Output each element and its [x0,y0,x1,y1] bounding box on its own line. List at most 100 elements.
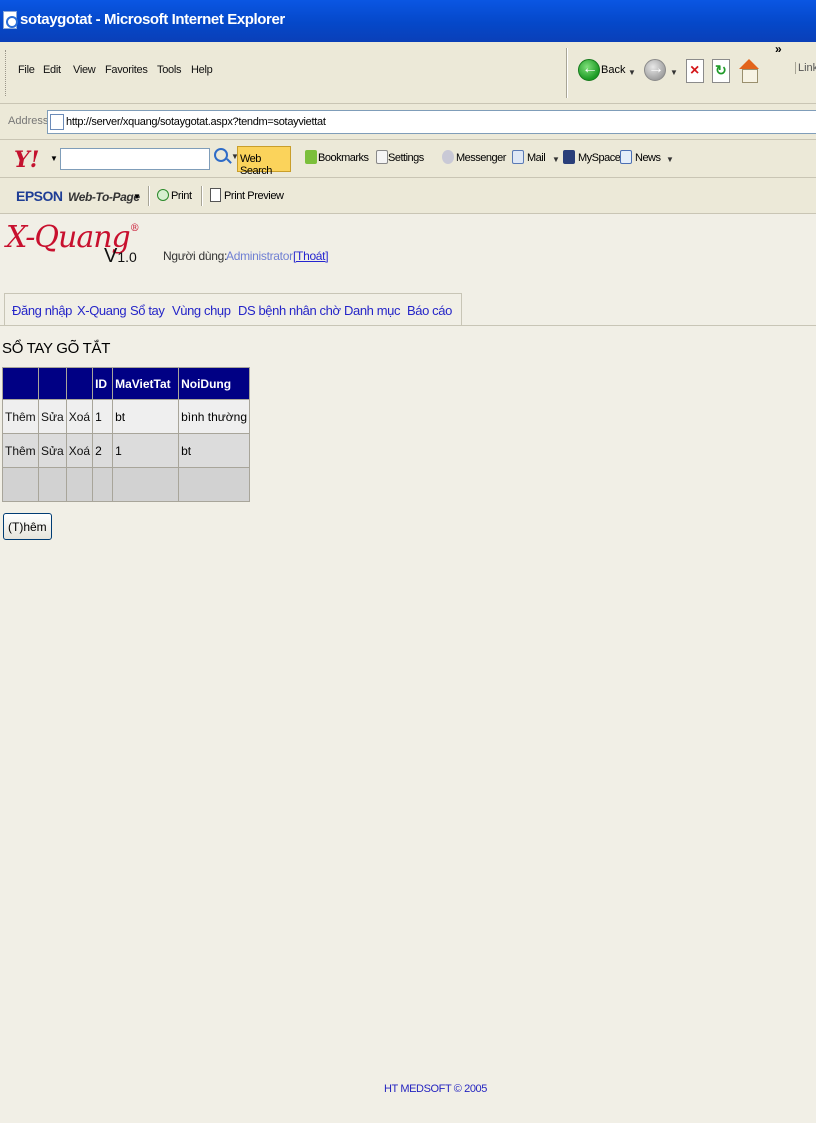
bookmarks-icon [305,150,317,164]
menu-bar: File Edit View Favorites Tools Help Back… [0,42,816,104]
table-header-add [2,367,39,400]
print-preview-icon [210,188,221,202]
empty-cell [65,467,94,502]
user-name: Administrator [226,249,293,263]
table-header-id[interactable]: ID [92,367,114,400]
bookmarks-button[interactable]: Bookmarks [318,152,369,164]
settings-icon [376,150,388,164]
nav-tab-xquang[interactable]: X-Quang [77,303,127,318]
toolbar-grip [5,50,8,96]
web-to-page-button[interactable]: Web-To-Page [68,190,140,204]
yahoo-toolbar: Y! ▼ ▼ Web Search Bookmarks Settings Mes… [0,140,816,178]
window-title: sotaygotat - Microsoft Internet Explorer [20,11,285,28]
table-empty-row [2,467,251,502]
abbreviation-table: ID MaVietTat NoiDung Thêm Sửa Xoá 1 bt b… [2,367,251,502]
menu-edit[interactable]: Edit [43,64,61,76]
web-to-page-dropdown-icon[interactable]: ▼ [133,192,141,201]
myspace-button[interactable]: MySpace [578,152,621,164]
forward-dropdown-icon[interactable]: ▼ [670,68,678,77]
mail-dropdown-icon[interactable]: ▼ [552,155,560,164]
row-add-link[interactable]: Thêm [2,399,39,434]
address-input[interactable]: http://server/xquang/sotaygotat.aspx?ten… [47,110,816,134]
page-title: SỔ TAY GÕ TẮT [2,340,111,357]
nav-tab-reports[interactable]: Báo cáo [407,303,452,318]
yahoo-logo-icon[interactable]: Y! [14,147,39,173]
print-button[interactable]: Print [171,190,192,202]
table-header-row: ID MaVietTat NoiDung [2,367,251,400]
row-add-link[interactable]: Thêm [2,433,39,468]
home-icon[interactable] [738,59,760,83]
add-button[interactable]: (T)hêm [3,513,52,540]
row-edit-link[interactable]: Sửa [38,399,67,434]
back-dropdown-icon[interactable]: ▼ [628,68,636,77]
row-content: bt [178,433,251,468]
empty-cell [178,467,251,502]
row-content: bình thường [178,399,251,434]
toolbar-overflow-chevrons[interactable]: » [775,42,782,56]
epson-toolbar: EPSON Web-To-Page ▼ Print Print Preview [0,178,816,214]
news-button[interactable]: News [635,152,661,164]
app-version: V1.0 [104,245,137,268]
messenger-button[interactable]: Messenger [456,152,506,164]
empty-cell [112,467,180,502]
toolbar-separator [566,48,568,98]
back-arrow-icon[interactable] [578,59,600,81]
nav-tab-notebook[interactable]: Sổ tay [130,303,165,318]
mail-icon [512,150,524,164]
empty-cell [2,467,39,502]
address-url[interactable]: http://server/xquang/sotaygotat.aspx?ten… [66,116,326,128]
menu-tools[interactable]: Tools [157,64,181,76]
news-icon [620,150,632,164]
logo-registered-mark: ® [129,223,140,234]
row-delete-link[interactable]: Xoá [65,433,94,468]
table-header-edit [38,367,67,400]
table-header-content[interactable]: NoiDung [178,367,251,400]
search-icon[interactable] [214,148,228,162]
table-header-code[interactable]: MaVietTat [112,367,180,400]
version-prefix: V [104,245,118,267]
table-header-delete [65,367,94,400]
nav-tab-waiting-patients[interactable]: DS bệnh nhân chờ [238,303,341,318]
forward-arrow-icon[interactable] [644,59,666,81]
menu-file[interactable]: File [18,64,35,76]
logout-link[interactable]: [Thoát] [293,249,329,263]
row-delete-link[interactable]: Xoá [65,399,94,434]
mail-button[interactable]: Mail [527,152,546,164]
nav-tab-catalog[interactable]: Danh mục [344,303,400,318]
refresh-icon[interactable] [712,59,730,83]
menu-help[interactable]: Help [191,64,213,76]
myspace-icon [563,150,575,164]
yahoo-search-input[interactable] [60,148,210,170]
address-label: Address [8,115,49,127]
row-code: 1 [112,433,180,468]
settings-button[interactable]: Settings [388,152,424,164]
print-preview-button[interactable]: Print Preview [224,190,284,202]
version-number: 1.0 [117,249,137,265]
news-dropdown-icon[interactable]: ▼ [666,155,674,164]
empty-cell [38,467,67,502]
nav-tab-login[interactable]: Đăng nhập [12,303,72,318]
epson-logo: EPSON [16,188,63,204]
print-icon [157,189,169,201]
nav-divider [0,325,816,326]
table-row: Thêm Sửa Xoá 1 bt bình thường [2,399,251,434]
ie-page-icon [3,11,18,29]
row-id: 1 [92,399,114,434]
back-button-label[interactable]: Back [601,64,625,76]
page-content: X-Quang® V1.0 Người dùng: Administrator … [0,215,816,1123]
menu-view[interactable]: View [73,64,96,76]
nav-tab-region[interactable]: Vùng chụp [172,303,231,318]
yahoo-dropdown-icon[interactable]: ▼ [50,154,58,163]
row-edit-link[interactable]: Sửa [38,433,67,468]
links-label[interactable]: Links [795,62,816,74]
stop-icon[interactable] [686,59,704,83]
window-title-bar: sotaygotat - Microsoft Internet Explorer [0,0,816,42]
page-icon [50,114,64,130]
menu-favorites[interactable]: Favorites [105,64,148,76]
empty-cell [92,467,114,502]
web-search-button[interactable]: Web Search [237,146,291,177]
address-bar: Address http://server/xquang/sotaygotat.… [0,104,816,140]
toolbar-separator [148,186,150,206]
messenger-icon [442,150,454,164]
row-code: bt [112,399,180,434]
